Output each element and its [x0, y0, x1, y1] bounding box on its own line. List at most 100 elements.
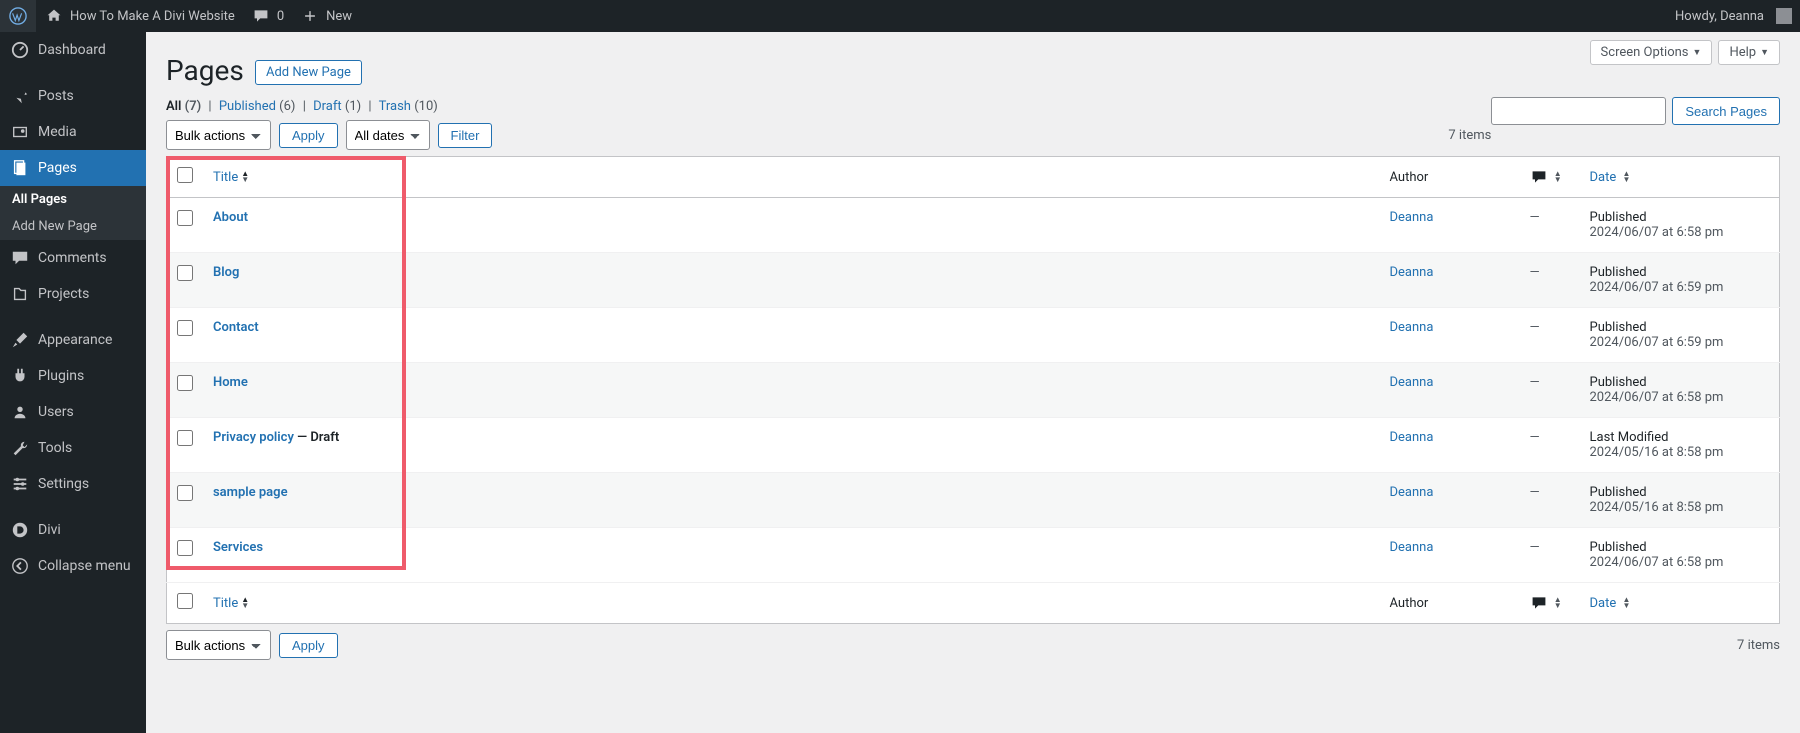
row-checkbox[interactable]	[177, 320, 193, 336]
col-title-header[interactable]: Title▲▼	[203, 157, 1380, 198]
sidebar-item-dashboard[interactable]: Dashboard	[0, 32, 146, 68]
sidebar-submenu-pages: All Pages Add New Page	[0, 186, 146, 240]
site-home-link[interactable]: How To Make A Divi Website	[36, 0, 243, 32]
row-checkbox[interactable]	[177, 210, 193, 226]
sidebar-item-posts[interactable]: Posts	[0, 78, 146, 114]
row-checkbox[interactable]	[177, 430, 193, 446]
row-author-link[interactable]: Deanna	[1390, 210, 1434, 225]
row-timestamp: 2024/05/16 at 8:58 pm	[1590, 500, 1770, 515]
table-row: Privacy policy — Draft Deanna — Last Modifi…	[167, 418, 1780, 473]
row-comments: —	[1530, 430, 1540, 445]
sidebar-item-divi[interactable]: Divi	[0, 512, 146, 548]
row-title-link[interactable]: Contact	[213, 320, 259, 335]
sidebar-item-tools[interactable]: Tools	[0, 430, 146, 466]
filter-button[interactable]: Filter	[438, 123, 493, 148]
row-title-link[interactable]: Blog	[213, 265, 239, 280]
col-comments-header[interactable]: ▲▼	[1520, 157, 1580, 198]
row-comments: —	[1530, 540, 1540, 555]
sidebar-item-pages[interactable]: Pages	[0, 150, 146, 186]
row-author-link[interactable]: Deanna	[1390, 320, 1434, 335]
row-timestamp: 2024/06/07 at 6:58 pm	[1590, 225, 1770, 240]
row-status: Published	[1590, 210, 1770, 225]
items-count-bottom: 7 items	[1737, 638, 1780, 653]
admin-sidebar: Dashboard Posts Media Pages All Pages Ad…	[0, 32, 146, 733]
screen-options-label: Screen Options	[1601, 45, 1689, 60]
row-comments: —	[1530, 485, 1540, 500]
select-all-top[interactable]	[177, 167, 193, 183]
filter-published[interactable]: Published (6)	[219, 99, 296, 114]
date-filter-select[interactable]: All dates	[346, 120, 430, 150]
row-checkbox[interactable]	[177, 265, 193, 281]
row-checkbox[interactable]	[177, 375, 193, 391]
sidebar-item-plugins[interactable]: Plugins	[0, 358, 146, 394]
sidebar-item-label: Tools	[38, 440, 72, 456]
filter-draft[interactable]: Draft (1)	[313, 99, 361, 114]
apply-button-bottom[interactable]: Apply	[279, 633, 338, 658]
search-button[interactable]: Search Pages	[1672, 97, 1780, 125]
tablenav-bottom: Bulk actions Apply 7 items	[166, 630, 1780, 660]
sidebar-item-label: Collapse menu	[38, 558, 131, 574]
row-author-link[interactable]: Deanna	[1390, 375, 1434, 390]
user-icon	[10, 402, 30, 422]
row-status: Published	[1590, 320, 1770, 335]
help-button[interactable]: Help▼	[1718, 40, 1780, 65]
comment-icon	[1530, 595, 1548, 611]
pages-table: Title▲▼ Author ▲▼ Date ▲▼ About Deanna — Pu…	[166, 156, 1780, 624]
col-date-footer[interactable]: Date ▲▼	[1580, 583, 1780, 624]
sidebar-subitem-all-pages[interactable]: All Pages	[0, 186, 146, 213]
sidebar-item-media[interactable]: Media	[0, 114, 146, 150]
sidebar-item-label: Dashboard	[38, 42, 106, 58]
row-author-link[interactable]: Deanna	[1390, 485, 1434, 500]
new-label: New	[326, 9, 352, 24]
row-title-link[interactable]: Privacy policy	[213, 430, 294, 445]
col-author-header[interactable]: Author	[1380, 157, 1520, 198]
chevron-down-icon: ▼	[1693, 47, 1702, 58]
my-account[interactable]: Howdy, Deanna	[1667, 0, 1800, 32]
select-all-bottom[interactable]	[177, 593, 193, 609]
row-timestamp: 2024/05/16 at 8:58 pm	[1590, 445, 1770, 460]
wp-logo[interactable]	[0, 0, 36, 32]
table-row: sample pageDeanna—Published2024/05/16 at…	[167, 473, 1780, 528]
screen-options-button[interactable]: Screen Options ▼	[1590, 40, 1713, 65]
table-row: BlogDeanna—Published2024/06/07 at 6:59 p…	[167, 253, 1780, 308]
sidebar-item-appearance[interactable]: Appearance	[0, 322, 146, 358]
bulk-actions-select[interactable]: Bulk actions	[166, 120, 271, 150]
search-input[interactable]	[1491, 97, 1666, 125]
row-title-link[interactable]: Services	[213, 540, 263, 555]
col-title-footer[interactable]: Title▲▼	[203, 583, 1380, 624]
row-status: Last Modified	[1590, 430, 1770, 445]
post-state: — Draft	[294, 430, 339, 445]
col-author-footer[interactable]: Author	[1380, 583, 1520, 624]
new-content-link[interactable]: New	[292, 0, 360, 32]
bulk-actions-select-bottom[interactable]: Bulk actions	[166, 630, 271, 660]
row-checkbox[interactable]	[177, 485, 193, 501]
collapse-icon	[10, 556, 30, 576]
sidebar-item-label: Users	[38, 404, 74, 420]
filter-all[interactable]: All (7)	[166, 99, 201, 114]
row-title-link[interactable]: sample page	[213, 485, 288, 500]
row-author-link[interactable]: Deanna	[1390, 540, 1434, 555]
wrench-icon	[10, 438, 30, 458]
col-comments-footer[interactable]: ▲▼	[1520, 583, 1580, 624]
row-title-link[interactable]: Home	[213, 375, 248, 390]
row-checkbox[interactable]	[177, 540, 193, 556]
col-date-header[interactable]: Date ▲▼	[1580, 157, 1780, 198]
sidebar-item-label: Media	[38, 124, 77, 140]
sidebar-item-projects[interactable]: Projects	[0, 276, 146, 312]
filter-trash[interactable]: Trash (10)	[379, 99, 438, 114]
comments-link[interactable]: 0	[243, 0, 292, 32]
row-author-link[interactable]: Deanna	[1390, 430, 1434, 445]
row-title-link[interactable]: About	[213, 210, 248, 225]
divi-icon	[10, 520, 30, 540]
sidebar-item-users[interactable]: Users	[0, 394, 146, 430]
row-author-link[interactable]: Deanna	[1390, 265, 1434, 280]
apply-button[interactable]: Apply	[279, 123, 338, 148]
sidebar-item-settings[interactable]: Settings	[0, 466, 146, 502]
sidebar-item-label: Pages	[38, 160, 77, 176]
sidebar-subitem-add-new[interactable]: Add New Page	[0, 213, 146, 240]
row-comments: —	[1530, 320, 1540, 335]
sidebar-collapse[interactable]: Collapse menu	[0, 548, 146, 584]
add-new-button[interactable]: Add New Page	[255, 60, 362, 85]
sidebar-item-comments[interactable]: Comments	[0, 240, 146, 276]
pin-icon	[10, 86, 30, 106]
